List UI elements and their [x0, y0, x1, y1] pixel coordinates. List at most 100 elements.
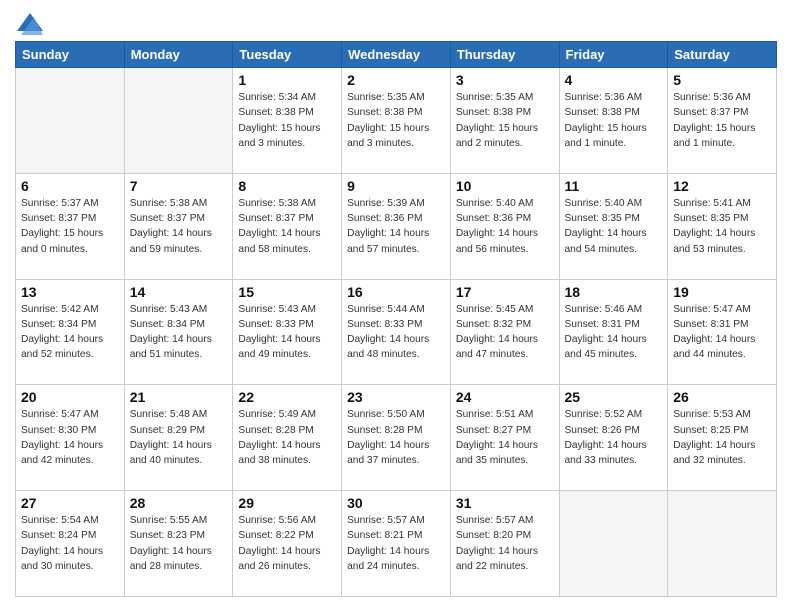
day-cell: 4 Sunrise: 5:36 AM Sunset: 8:38 PM Daylig… — [559, 68, 668, 174]
day-number: 20 — [21, 389, 119, 405]
day-cell: 2Sunrise: 5:35 AM Sunset: 8:38 PM Daylig… — [342, 68, 451, 174]
day-number: 25 — [565, 389, 663, 405]
day-number: 21 — [130, 389, 228, 405]
day-cell: 11Sunrise: 5:40 AM Sunset: 8:35 PM Dayli… — [559, 173, 668, 279]
day-cell: 7 Sunrise: 5:38 AM Sunset: 8:37 PM Daylig… — [124, 173, 233, 279]
day-info: Sunrise: 5:35 AM Sunset: 8:38 PM Dayligh… — [347, 90, 445, 151]
day-info: Sunrise: 5:43 AM Sunset: 8:33 PM Dayligh… — [238, 302, 336, 363]
day-number: 16 — [347, 284, 445, 300]
day-number: 24 — [456, 389, 554, 405]
day-cell: 20 Sunrise: 5:47 AM Sunset: 8:30 PM Dayli… — [16, 385, 125, 491]
day-header-sunday: Sunday — [16, 42, 125, 68]
day-number: 3 — [456, 72, 554, 88]
day-number: 12 — [673, 178, 771, 194]
day-cell: 26 Sunrise: 5:53 AM Sunset: 8:25 PM Dayli… — [668, 385, 777, 491]
day-number: 15 — [238, 284, 336, 300]
day-info: Sunrise: 5:40 AM Sunset: 8:36 PM Dayligh… — [456, 196, 554, 257]
day-header-thursday: Thursday — [450, 42, 559, 68]
day-cell: 19 Sunrise: 5:47 AM Sunset: 8:31 PM Dayli… — [668, 279, 777, 385]
day-cell: 17 Sunrise: 5:45 AM Sunset: 8:32 PM Dayli… — [450, 279, 559, 385]
day-number: 6 — [21, 178, 119, 194]
day-number: 7 — [130, 178, 228, 194]
day-info: Sunrise: 5:55 AM Sunset: 8:23 PM Dayligh… — [130, 513, 228, 574]
day-info: Sunrise: 5:40 AM Sunset: 8:35 PM Dayligh… — [565, 196, 663, 257]
day-cell: 15 Sunrise: 5:43 AM Sunset: 8:33 PM Dayli… — [233, 279, 342, 385]
day-info: Sunrise: 5:46 AM Sunset: 8:31 PM Dayligh… — [565, 302, 663, 363]
day-cell: 14 Sunrise: 5:43 AM Sunset: 8:34 PM Dayli… — [124, 279, 233, 385]
day-cell: 9 Sunrise: 5:39 AM Sunset: 8:36 PM Daylig… — [342, 173, 451, 279]
day-number: 17 — [456, 284, 554, 300]
day-number: 22 — [238, 389, 336, 405]
day-number: 30 — [347, 495, 445, 511]
day-info: Sunrise: 5:35 AM Sunset: 8:38 PM Dayligh… — [456, 90, 554, 151]
day-info: Sunrise: 5:34 AM Sunset: 8:38 PM Dayligh… — [238, 90, 336, 151]
day-cell: 13Sunrise: 5:42 AM Sunset: 8:34 PM Dayli… — [16, 279, 125, 385]
day-cell: 29Sunrise: 5:56 AM Sunset: 8:22 PM Dayli… — [233, 491, 342, 597]
day-cell: 23Sunrise: 5:50 AM Sunset: 8:28 PM Dayli… — [342, 385, 451, 491]
day-cell — [668, 491, 777, 597]
day-cell: 31 Sunrise: 5:57 AM Sunset: 8:20 PM Dayli… — [450, 491, 559, 597]
logo-icon — [17, 13, 43, 35]
day-cell: 18 Sunrise: 5:46 AM Sunset: 8:31 PM Dayli… — [559, 279, 668, 385]
day-info: Sunrise: 5:36 AM Sunset: 8:37 PM Dayligh… — [673, 90, 771, 151]
day-cell: 16 Sunrise: 5:44 AM Sunset: 8:33 PM Dayli… — [342, 279, 451, 385]
day-info: Sunrise: 5:47 AM Sunset: 8:31 PM Dayligh… — [673, 302, 771, 363]
day-info: Sunrise: 5:47 AM Sunset: 8:30 PM Dayligh… — [21, 407, 119, 468]
day-info: Sunrise: 5:45 AM Sunset: 8:32 PM Dayligh… — [456, 302, 554, 363]
day-cell: 30 Sunrise: 5:57 AM Sunset: 8:21 PM Dayli… — [342, 491, 451, 597]
day-info: Sunrise: 5:51 AM Sunset: 8:27 PM Dayligh… — [456, 407, 554, 468]
day-info: Sunrise: 5:53 AM Sunset: 8:25 PM Dayligh… — [673, 407, 771, 468]
day-cell: 28 Sunrise: 5:55 AM Sunset: 8:23 PM Dayli… — [124, 491, 233, 597]
day-info: Sunrise: 5:42 AM Sunset: 8:34 PM Dayligh… — [21, 302, 119, 363]
day-info: Sunrise: 5:44 AM Sunset: 8:33 PM Dayligh… — [347, 302, 445, 363]
week-row-4: 20 Sunrise: 5:47 AM Sunset: 8:30 PM Dayli… — [16, 385, 777, 491]
day-number: 18 — [565, 284, 663, 300]
day-cell: 27Sunrise: 5:54 AM Sunset: 8:24 PM Dayli… — [16, 491, 125, 597]
day-info: Sunrise: 5:38 AM Sunset: 8:37 PM Dayligh… — [130, 196, 228, 257]
day-info: Sunrise: 5:57 AM Sunset: 8:21 PM Dayligh… — [347, 513, 445, 574]
day-header-tuesday: Tuesday — [233, 42, 342, 68]
day-number: 4 — [565, 72, 663, 88]
day-number: 1 — [238, 72, 336, 88]
day-header-saturday: Saturday — [668, 42, 777, 68]
day-info: Sunrise: 5:38 AM Sunset: 8:37 PM Dayligh… — [238, 196, 336, 257]
day-cell: 5Sunrise: 5:36 AM Sunset: 8:37 PM Daylig… — [668, 68, 777, 174]
day-cell: 21 Sunrise: 5:48 AM Sunset: 8:29 PM Dayli… — [124, 385, 233, 491]
day-cell — [16, 68, 125, 174]
day-cell — [559, 491, 668, 597]
page: SundayMondayTuesdayWednesdayThursdayFrid… — [0, 0, 792, 612]
day-info: Sunrise: 5:37 AM Sunset: 8:37 PM Dayligh… — [21, 196, 119, 257]
day-info: Sunrise: 5:36 AM Sunset: 8:38 PM Dayligh… — [565, 90, 663, 151]
day-cell: 1 Sunrise: 5:34 AM Sunset: 8:38 PM Daylig… — [233, 68, 342, 174]
day-number: 31 — [456, 495, 554, 511]
day-cell: 10Sunrise: 5:40 AM Sunset: 8:36 PM Dayli… — [450, 173, 559, 279]
day-cell: 25 Sunrise: 5:52 AM Sunset: 8:26 PM Dayli… — [559, 385, 668, 491]
week-row-2: 6 Sunrise: 5:37 AM Sunset: 8:37 PM Daylig… — [16, 173, 777, 279]
day-info: Sunrise: 5:49 AM Sunset: 8:28 PM Dayligh… — [238, 407, 336, 468]
day-number: 26 — [673, 389, 771, 405]
day-info: Sunrise: 5:52 AM Sunset: 8:26 PM Dayligh… — [565, 407, 663, 468]
day-number: 14 — [130, 284, 228, 300]
day-info: Sunrise: 5:39 AM Sunset: 8:36 PM Dayligh… — [347, 196, 445, 257]
week-row-3: 13Sunrise: 5:42 AM Sunset: 8:34 PM Dayli… — [16, 279, 777, 385]
day-number: 29 — [238, 495, 336, 511]
calendar-table: SundayMondayTuesdayWednesdayThursdayFrid… — [15, 41, 777, 597]
day-cell: 12Sunrise: 5:41 AM Sunset: 8:35 PM Dayli… — [668, 173, 777, 279]
day-info: Sunrise: 5:57 AM Sunset: 8:20 PM Dayligh… — [456, 513, 554, 574]
calendar-header-row: SundayMondayTuesdayWednesdayThursdayFrid… — [16, 42, 777, 68]
day-number: 27 — [21, 495, 119, 511]
day-header-wednesday: Wednesday — [342, 42, 451, 68]
day-info: Sunrise: 5:43 AM Sunset: 8:34 PM Dayligh… — [130, 302, 228, 363]
day-number: 28 — [130, 495, 228, 511]
day-number: 19 — [673, 284, 771, 300]
week-row-1: 1 Sunrise: 5:34 AM Sunset: 8:38 PM Daylig… — [16, 68, 777, 174]
day-info: Sunrise: 5:48 AM Sunset: 8:29 PM Dayligh… — [130, 407, 228, 468]
day-cell — [124, 68, 233, 174]
day-info: Sunrise: 5:50 AM Sunset: 8:28 PM Dayligh… — [347, 407, 445, 468]
day-cell: 22 Sunrise: 5:49 AM Sunset: 8:28 PM Dayli… — [233, 385, 342, 491]
day-cell: 6 Sunrise: 5:37 AM Sunset: 8:37 PM Daylig… — [16, 173, 125, 279]
day-number: 9 — [347, 178, 445, 194]
day-header-monday: Monday — [124, 42, 233, 68]
day-header-friday: Friday — [559, 42, 668, 68]
day-cell: 8Sunrise: 5:38 AM Sunset: 8:37 PM Daylig… — [233, 173, 342, 279]
